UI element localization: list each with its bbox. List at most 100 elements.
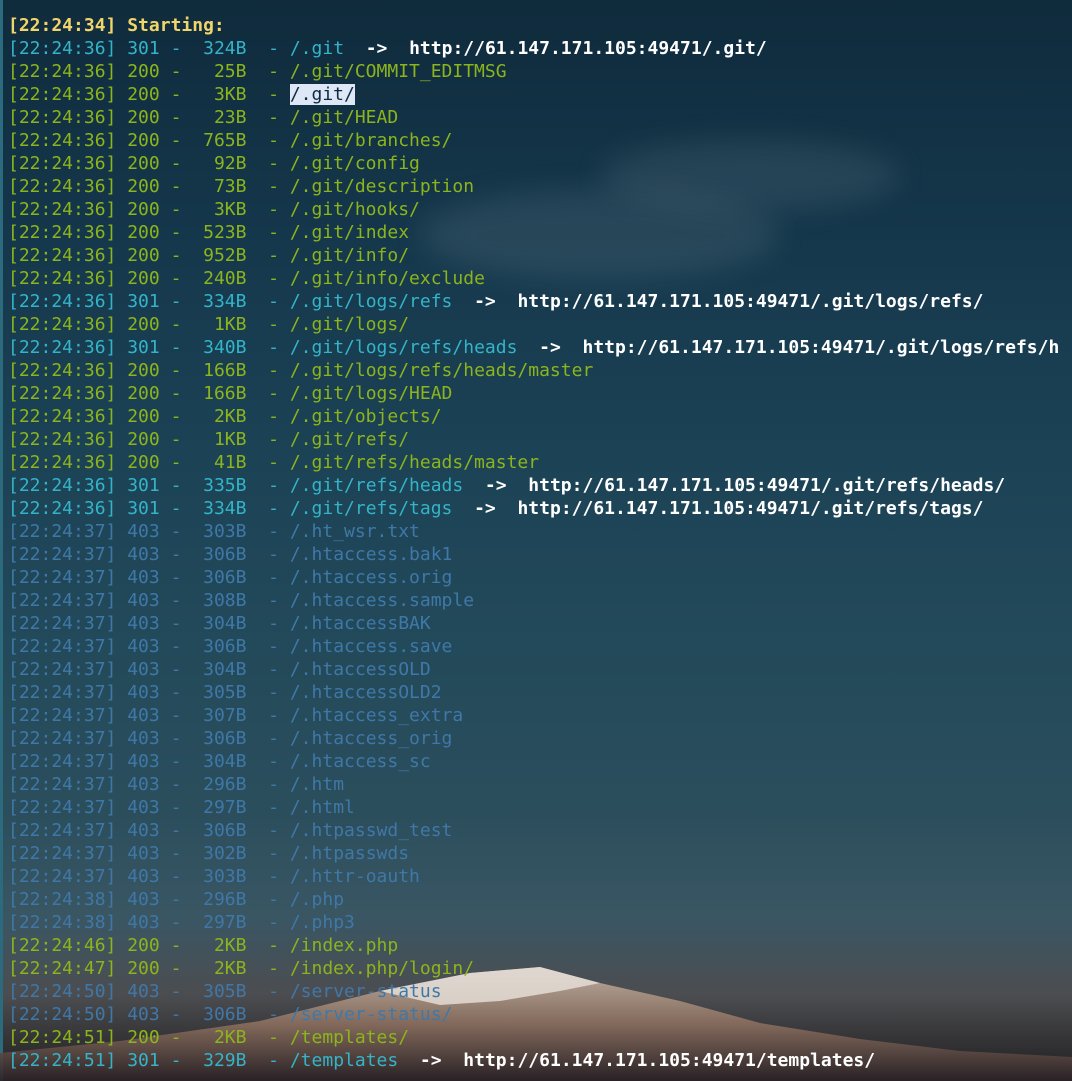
- log-timestamp: [22:24:37]: [8, 705, 117, 726]
- redirect-arrow: ->: [474, 498, 496, 519]
- log-dash: -: [170, 130, 182, 151]
- log-path: /.ht_wsr.txt: [289, 521, 420, 542]
- log-dash: -: [170, 935, 182, 956]
- log-timestamp: [22:24:36]: [8, 84, 117, 105]
- log-status-code: 200: [127, 1027, 160, 1048]
- log-line: [22:24:37] 403 - 306B - /.htaccess.orig: [8, 566, 1072, 589]
- log-size: 1KB: [213, 429, 247, 450]
- redirect-arrow: ->: [539, 337, 561, 358]
- header-label: Starting:: [127, 15, 225, 36]
- log-timestamp: [22:24:51]: [8, 1050, 117, 1071]
- log-line: [22:24:51] 301 - 329B - /templates -> ht…: [8, 1049, 1072, 1072]
- log-path: /.git/logs/refs/heads: [289, 337, 518, 358]
- log-size: 2KB: [213, 406, 247, 427]
- log-timestamp: [22:24:37]: [8, 843, 117, 864]
- log-dash: -: [268, 751, 279, 772]
- log-path: /server-status/: [289, 1004, 453, 1025]
- log-line: [22:24:37] 403 - 307B - /.htaccess_extra: [8, 704, 1072, 727]
- redirect-url[interactable]: http://61.147.171.105:49471/.git/refs/he…: [528, 475, 1005, 496]
- log-timestamp: [22:24:37]: [8, 636, 117, 657]
- log-status-code: 403: [127, 843, 160, 864]
- log-dash: -: [268, 38, 279, 59]
- log-dash: -: [170, 245, 182, 266]
- log-path: /.htaccess.save: [289, 636, 453, 657]
- log-dash: -: [170, 866, 182, 887]
- log-status-code: 200: [127, 130, 160, 151]
- log-status-code: 200: [127, 176, 160, 197]
- log-path: /.git/logs/: [289, 314, 410, 335]
- log-status-code: 200: [127, 406, 160, 427]
- log-dash: -: [170, 659, 182, 680]
- log-path: /.git/refs/tags: [289, 498, 453, 519]
- log-dash: -: [170, 291, 182, 312]
- log-size: 2KB: [213, 1027, 247, 1048]
- log-dash: -: [170, 452, 182, 473]
- log-status-code: 403: [127, 659, 160, 680]
- log-size: 297B: [203, 797, 247, 818]
- redirect-url[interactable]: http://61.147.171.105:49471/.git/refs/ta…: [517, 498, 983, 519]
- log-status-code: 200: [127, 383, 160, 404]
- log-size: 952B: [203, 245, 247, 266]
- log-dash: -: [170, 613, 182, 634]
- log-line: [22:24:37] 403 - 306B - /.htaccess.save: [8, 635, 1072, 658]
- log-path: /.htpasswds: [289, 843, 410, 864]
- log-path: /.htaccess_orig: [289, 728, 453, 749]
- log-dash: -: [268, 337, 279, 358]
- log-path: /.git/branches/: [289, 130, 453, 151]
- log-size: 306B: [203, 820, 247, 841]
- log-dash: -: [170, 797, 182, 818]
- redirect-url[interactable]: http://61.147.171.105:49471/.git/: [409, 38, 767, 59]
- redirect-url[interactable]: http://61.147.171.105:49471/.git/logs/re…: [517, 291, 983, 312]
- log-path: /.git/refs/: [289, 429, 410, 450]
- log-dash: -: [268, 544, 279, 565]
- log-status-code: 403: [127, 567, 160, 588]
- log-path: /.htaccess.orig: [289, 567, 453, 588]
- log-timestamp: [22:24:36]: [8, 61, 117, 82]
- log-dash: -: [170, 1004, 182, 1025]
- log-line: [22:24:37] 403 - 306B - /.htpasswd_test: [8, 819, 1072, 842]
- log-line: [22:24:36] 200 - 92B - /.git/config: [8, 152, 1072, 175]
- log-dash: -: [170, 590, 182, 611]
- log-size: 306B: [203, 544, 247, 565]
- log-size: 304B: [203, 613, 247, 634]
- log-size: 3KB: [213, 199, 247, 220]
- log-line: [22:24:37] 403 - 302B - /.htpasswds: [8, 842, 1072, 865]
- window-left-edge: [0, 0, 3, 1081]
- log-dash: -: [170, 498, 182, 519]
- log-timestamp: [22:24:37]: [8, 866, 117, 887]
- log-status-code: 200: [127, 107, 160, 128]
- log-timestamp: [22:24:50]: [8, 981, 117, 1002]
- log-dash: -: [170, 268, 182, 289]
- log-dash: -: [170, 843, 182, 864]
- log-timestamp: [22:24:37]: [8, 682, 117, 703]
- log-path: /server-status: [289, 981, 442, 1002]
- log-status-code: 200: [127, 61, 160, 82]
- log-timestamp: [22:24:36]: [8, 475, 117, 496]
- log-timestamp: [22:24:37]: [8, 521, 117, 542]
- log-dash: -: [268, 107, 279, 128]
- redirect-url[interactable]: http://61.147.171.105:49471/.git/logs/re…: [582, 337, 1059, 358]
- log-dash: -: [268, 130, 279, 151]
- log-size: 307B: [203, 705, 247, 726]
- log-size: 240B: [203, 268, 247, 289]
- header-line: [22:24:34] Starting:: [8, 14, 1072, 37]
- log-timestamp: [22:24:37]: [8, 820, 117, 841]
- log-size: 3KB: [213, 84, 247, 105]
- log-size: 334B: [203, 498, 247, 519]
- log-line: [22:24:37] 403 - 308B - /.htaccess.sampl…: [8, 589, 1072, 612]
- log-dash: -: [268, 705, 279, 726]
- log-timestamp: [22:24:36]: [8, 498, 117, 519]
- log-size: 334B: [203, 291, 247, 312]
- log-dash: -: [170, 429, 182, 450]
- log-dash: -: [268, 222, 279, 243]
- log-status-code: 301: [127, 291, 160, 312]
- log-dash: -: [268, 912, 279, 933]
- log-line: [22:24:36] 200 - 1KB - /.git/refs/: [8, 428, 1072, 451]
- log-dash: -: [170, 774, 182, 795]
- redirect-url[interactable]: http://61.147.171.105:49471/templates/: [463, 1050, 875, 1071]
- terminal-output[interactable]: [22:24:34] Starting: [22:24:36] 301 - 32…: [8, 14, 1072, 1081]
- log-line: [22:24:36] 200 - 952B - /.git/info/: [8, 244, 1072, 267]
- log-path: /.htaccess.sample: [289, 590, 475, 611]
- log-path: /.htpasswd_test: [289, 820, 453, 841]
- log-dash: -: [170, 153, 182, 174]
